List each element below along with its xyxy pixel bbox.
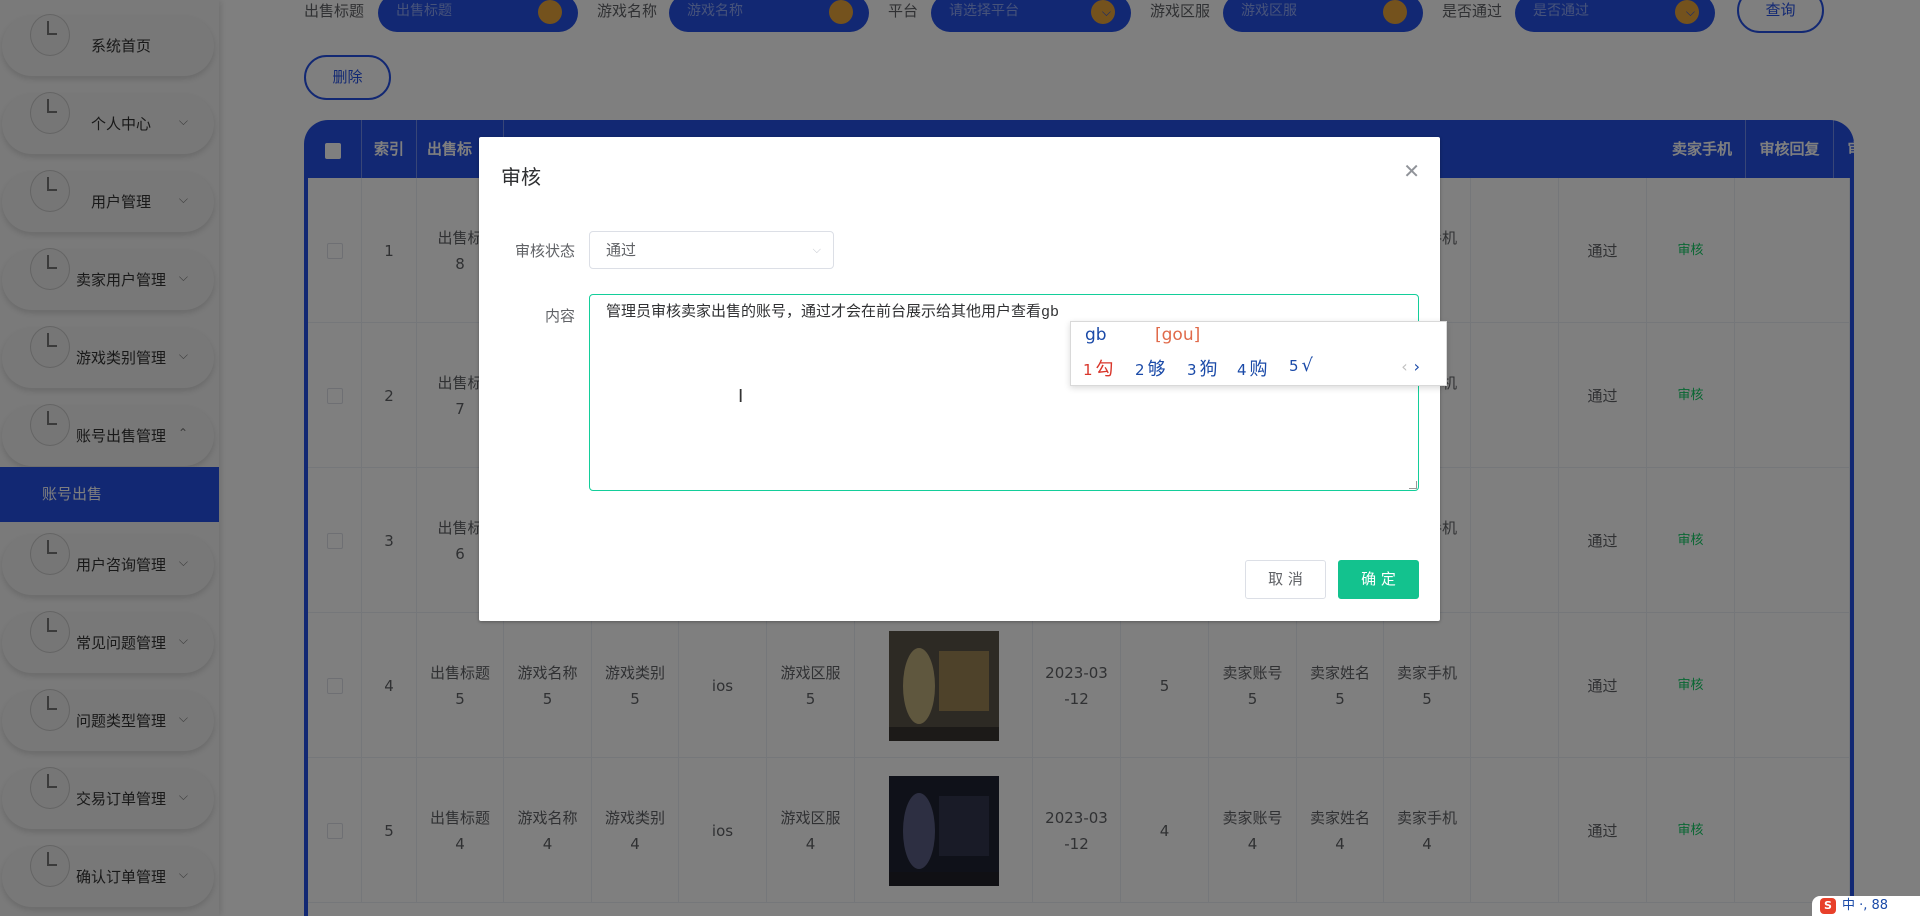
ime-candidate[interactable]: 2够 bbox=[1135, 355, 1166, 381]
ime-candidate[interactable]: 3狗 bbox=[1187, 355, 1218, 381]
status-value: 通过 bbox=[606, 241, 637, 259]
ime-candidate[interactable]: 1勾 bbox=[1083, 355, 1114, 381]
ime-candidate[interactable]: 4购 bbox=[1237, 355, 1268, 381]
dialog-title: 审核 bbox=[501, 165, 541, 189]
status-label: 审核状态 bbox=[514, 242, 575, 260]
ime-pinyin: [gou] bbox=[1155, 325, 1201, 345]
close-icon[interactable]: ✕ bbox=[1403, 159, 1420, 183]
ime-candidate-number: 3 bbox=[1187, 361, 1197, 379]
sogou-logo-icon: S bbox=[1820, 898, 1836, 914]
text-cursor-icon: I bbox=[738, 386, 744, 407]
ime-nav[interactable]: ‹ › bbox=[1401, 357, 1420, 376]
ime-candidate[interactable]: 5 √ bbox=[1289, 355, 1313, 376]
ime-candidate-number: 1 bbox=[1083, 361, 1093, 379]
ime-input: gb bbox=[1085, 325, 1107, 345]
status-select[interactable]: 通过 ⌵ bbox=[589, 231, 834, 269]
ime-candidate-popup: gb [gou] 1 勾 2 够 3 狗 4 购 5 √ ‹ › bbox=[1070, 321, 1447, 386]
ime-candidate-number: 2 bbox=[1135, 361, 1145, 379]
cancel-button[interactable]: 取 消 bbox=[1245, 560, 1326, 599]
ime-candidate-number: 4 bbox=[1237, 361, 1247, 379]
content-label: 内容 bbox=[544, 307, 575, 325]
confirm-button[interactable]: 确 定 bbox=[1338, 560, 1419, 599]
chevron-left-icon[interactable]: ‹ bbox=[1401, 357, 1407, 376]
tray-text: 中 ·, 88 bbox=[1842, 898, 1889, 913]
ime-status-tray: S 中 ·, 88 bbox=[1812, 896, 1920, 916]
chevron-right-icon[interactable]: › bbox=[1414, 357, 1420, 376]
ime-candidate-number: 5 bbox=[1289, 357, 1299, 375]
resize-handle-icon[interactable] bbox=[1409, 481, 1417, 489]
chevron-down-icon: ⌵ bbox=[812, 243, 821, 256]
